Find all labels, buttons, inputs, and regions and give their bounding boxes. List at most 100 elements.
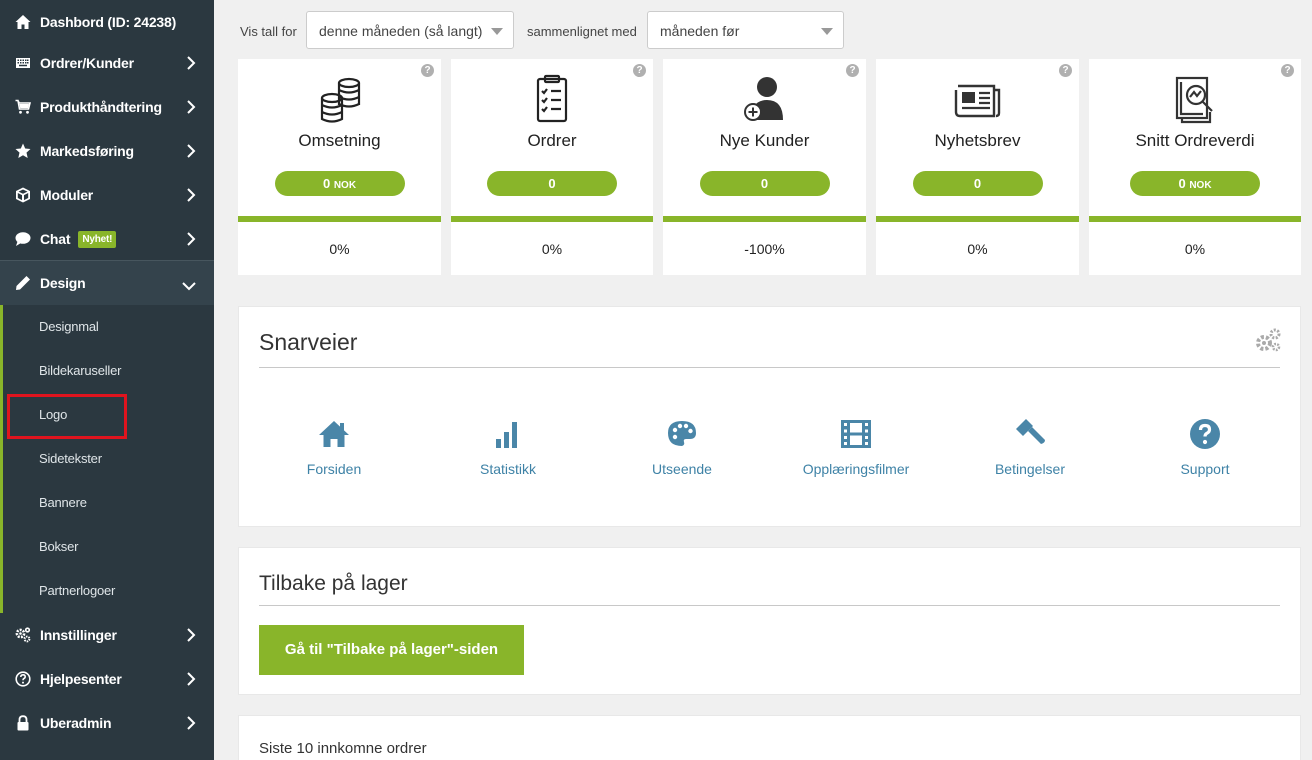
caret-down-icon: [491, 28, 503, 35]
submenu-item-bildekaruseller[interactable]: Bildekaruseller: [39, 363, 121, 378]
chevron-right-icon: [186, 56, 196, 70]
recent-orders-title: Siste 10 innkomne ordrer: [259, 740, 427, 757]
stat-value: 0: [973, 176, 982, 191]
sidebar-item-label: Produkthåndtering: [40, 99, 162, 115]
back-in-stock-title: Tilbake på lager: [259, 572, 408, 595]
shortcut-label: Forsiden: [306, 461, 362, 477]
chevron-right-icon: [186, 628, 196, 642]
keyboard-icon: [15, 55, 31, 71]
sidebar-item-settings[interactable]: Innstillinger: [0, 613, 214, 657]
period-select[interactable]: denne måneden (så langt): [306, 11, 514, 49]
help-icon[interactable]: ?: [1059, 64, 1072, 77]
home-icon: [317, 417, 351, 451]
sidebar-item-label: Markedsføring: [40, 143, 134, 159]
submenu-item-sidetekster[interactable]: Sidetekster: [39, 451, 102, 466]
newspaper-icon: [952, 74, 1004, 126]
sidebar-item-help[interactable]: Hjelpesenter: [0, 657, 214, 701]
sidebar-item-label: Ordrer/Kunder: [40, 55, 134, 71]
stat-card-new-customers: ? Nye Kunder 0 -100%: [663, 59, 866, 275]
submenu-item-bokser[interactable]: Bokser: [39, 539, 78, 554]
stat-title: Omsetning: [298, 131, 381, 150]
shortcut-label: Support: [1180, 461, 1230, 477]
help-icon[interactable]: ?: [846, 64, 859, 77]
submenu-item-partnerlogoer[interactable]: Partnerlogoer: [39, 583, 115, 598]
question-icon: [1188, 417, 1222, 451]
stat-title: Snitt Ordreverdi: [1135, 131, 1255, 150]
clipboard-icon: [526, 74, 578, 126]
stat-unit: NOK: [333, 180, 357, 191]
chevron-right-icon: [186, 144, 196, 158]
caret-down-icon: [821, 28, 833, 35]
sidebar-item-design[interactable]: Design: [0, 260, 214, 306]
stat-change: 0%: [967, 241, 988, 257]
submenu-item-bannere[interactable]: Bannere: [39, 495, 87, 510]
sidebar-item-chat[interactable]: Chat Nyhet!: [0, 217, 214, 261]
shortcuts-title: Snarveier: [259, 329, 358, 355]
sidebar-item-dashboard[interactable]: Dashbord (ID: 24238): [0, 0, 214, 44]
submenu-item-designmal[interactable]: Designmal: [39, 319, 99, 334]
sidebar-item-label: Innstillinger: [40, 627, 117, 643]
show-period-label: Vis tall for: [240, 24, 297, 39]
star-icon: [15, 143, 31, 159]
shortcut-home[interactable]: Forsiden: [254, 417, 414, 477]
help-icon[interactable]: ?: [421, 64, 434, 77]
filter-bar: Vis tall for denne måneden (så langt) sa…: [214, 0, 1312, 56]
film-icon: [839, 417, 873, 451]
stat-divider: [1089, 216, 1301, 222]
sidebar-item-products[interactable]: Produkthåndtering: [0, 85, 214, 129]
sidebar-item-orders[interactable]: Ordrer/Kunder: [0, 41, 214, 85]
gavel-icon: [1013, 417, 1047, 451]
home-icon: [15, 14, 31, 30]
period-select-value: denne måneden (så langt): [319, 23, 483, 39]
help-icon[interactable]: ?: [633, 64, 646, 77]
stat-value-pill: 0: [912, 171, 1043, 196]
cogs-icon: [15, 627, 31, 643]
add-user-icon: [739, 74, 791, 126]
shortcut-label: Opplæringsfilmer: [802, 461, 910, 477]
stat-title: Ordrer: [527, 131, 577, 150]
cube-icon: [15, 187, 31, 203]
stat-value-pill: 0 NOK: [1130, 171, 1260, 196]
stat-value-pill: 0 NOK: [274, 171, 405, 196]
chevron-right-icon: [186, 716, 196, 730]
stat-change: 0%: [329, 241, 350, 257]
back-in-stock-panel: Tilbake på lager Gå til "Tilbake på lage…: [238, 547, 1301, 695]
compare-select[interactable]: måneden før: [647, 11, 844, 49]
sidebar-item-marketing[interactable]: Markedsføring: [0, 129, 214, 173]
shortcut-training-videos[interactable]: Opplæringsfilmer: [776, 417, 936, 477]
stat-value-pill: 0: [699, 171, 830, 196]
help-icon[interactable]: ?: [1281, 64, 1294, 77]
shortcut-label: Utseende: [652, 461, 712, 477]
stat-value: 0: [1178, 176, 1186, 191]
report-icon: [1169, 74, 1221, 126]
chat-icon: [15, 231, 31, 247]
sidebar-item-modules[interactable]: Moduler: [0, 173, 214, 217]
stat-title: Nyhetsbrev: [934, 131, 1021, 150]
sidebar-item-uberadmin[interactable]: Uberadmin: [0, 701, 214, 745]
shortcut-label: Betingelser: [994, 461, 1066, 477]
compare-select-value: måneden før: [660, 23, 740, 39]
stat-value: 0: [760, 176, 769, 191]
sidebar-item-label: Hjelpesenter: [40, 671, 122, 687]
stat-divider: [876, 216, 1079, 222]
stat-change: -100%: [744, 241, 785, 257]
back-in-stock-button[interactable]: Gå til "Tilbake på lager"-siden: [259, 625, 524, 675]
palette-icon: [665, 417, 699, 451]
stat-value-pill: 0: [487, 171, 617, 196]
stat-card-revenue: ? Omsetning 0 NOK 0%: [238, 59, 441, 275]
chevron-down-icon: [182, 278, 196, 291]
shortcut-terms[interactable]: Betingelser: [950, 417, 1110, 477]
stat-change: 0%: [1184, 241, 1206, 257]
bar-chart-icon: [491, 417, 525, 451]
stat-card-avg-order: ? Snitt Ordreverdi 0 NOK 0%: [1089, 59, 1301, 275]
chevron-right-icon: [186, 100, 196, 114]
shortcut-appearance[interactable]: Utseende: [602, 417, 762, 477]
stat-title: Nye Kunder: [719, 131, 810, 150]
shortcut-support[interactable]: Support: [1125, 417, 1285, 477]
recent-orders-panel: Siste 10 innkomne ordrer: [238, 715, 1301, 760]
sidebar-item-label: Dashbord (ID: 24238): [40, 14, 177, 30]
settings-gears-icon[interactable]: [1254, 327, 1282, 353]
sidebar-item-label: Moduler: [40, 187, 94, 203]
shortcut-statistics[interactable]: Statistikk: [428, 417, 588, 477]
highlight-box: [7, 394, 127, 439]
